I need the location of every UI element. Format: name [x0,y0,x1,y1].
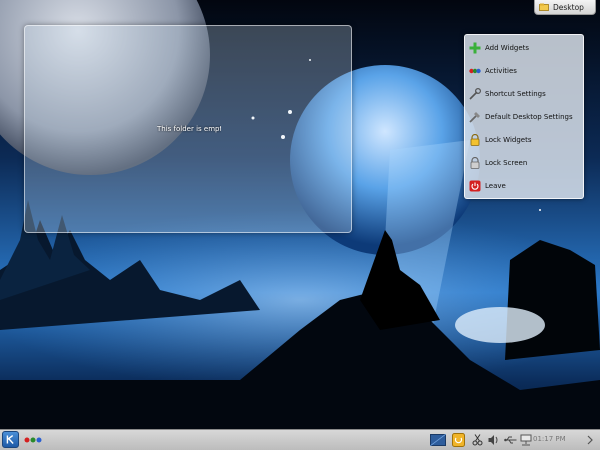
desktop[interactable]: This folder is empt Desktop Add Widgets … [0,0,600,450]
application-launcher-button[interactable] [2,431,19,448]
desktop-context-menu: Add Widgets Activities Shortcut Settings… [464,34,584,199]
panel: 01:17 PM [0,429,600,450]
desktop-toolbox-icon [539,3,549,11]
network-icon[interactable] [520,434,532,446]
menu-item-shortcut-settings[interactable]: Shortcut Settings [469,85,581,103]
menu-item-leave[interactable]: Leave [469,177,581,195]
menu-item-label: Activities [485,67,517,75]
activities-icon [469,68,481,74]
lock-screen-icon [470,157,480,169]
plus-icon [469,42,481,54]
activities-icon[interactable] [24,436,42,444]
menu-item-add-widgets[interactable]: Add Widgets [469,39,581,57]
menu-item-label: Shortcut Settings [485,90,546,98]
folder-empty-message: This folder is empt [157,125,221,133]
updates-icon[interactable] [452,433,465,447]
menu-item-label: Lock Widgets [485,136,532,144]
volume-icon[interactable] [488,434,499,446]
toolbox-label: Desktop [553,2,584,12]
folder-view-widget[interactable]: This folder is empt [24,25,352,233]
settings-wrench-icon [469,112,480,123]
menu-item-activities[interactable]: Activities [469,62,581,80]
usb-icon[interactable] [504,435,517,445]
shortcut-icon [469,88,481,100]
digital-clock[interactable]: 01:17 PM [533,435,566,443]
kde-logo-icon [6,434,14,444]
menu-item-label: Leave [485,182,506,190]
menu-item-label: Default Desktop Settings [485,113,573,121]
lock-icon [470,134,480,146]
menu-item-label: Lock Screen [485,159,528,167]
desktop-toolbox-button[interactable]: Desktop [534,0,596,15]
show-desktop-icon[interactable] [430,434,446,446]
power-icon [469,180,481,192]
menu-item-label: Add Widgets [485,44,530,52]
menu-item-lock-screen[interactable]: Lock Screen [469,154,581,172]
menu-item-lock-widgets[interactable]: Lock Widgets [469,131,581,149]
panel-toolbox-icon[interactable] [582,435,594,445]
menu-item-default-desktop-settings[interactable]: Default Desktop Settings [469,108,581,126]
klipper-icon[interactable] [472,434,483,446]
